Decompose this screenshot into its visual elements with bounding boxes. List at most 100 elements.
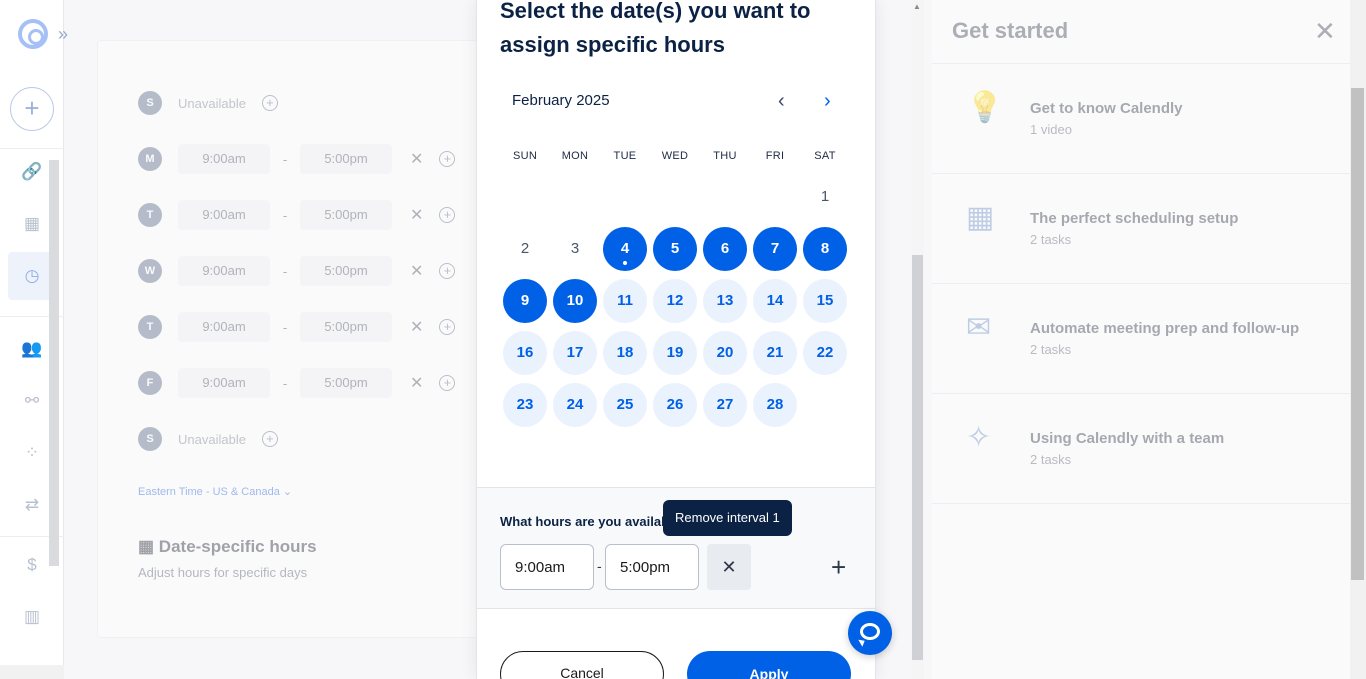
scrollbar-thumb[interactable] xyxy=(1351,88,1364,580)
timezone-selector[interactable]: Eastern Time - US & Canada ⌄ xyxy=(138,485,292,498)
weekday-row: S Unavailable + xyxy=(138,425,278,453)
get-started-item-title: Get to know Calendly xyxy=(1030,100,1183,117)
calendar-day[interactable]: 14 xyxy=(753,279,797,323)
start-time-field[interactable]: 9:00am xyxy=(178,312,270,342)
routing-icon[interactable]: ⇄ xyxy=(20,493,44,517)
calendar-day[interactable]: 12 xyxy=(653,279,697,323)
calendar-day[interactable]: 20 xyxy=(703,331,747,375)
remove-interval-icon[interactable]: ✕ xyxy=(410,149,423,169)
chat-bubble-icon[interactable] xyxy=(848,611,892,655)
remove-interval-button[interactable]: ✕ xyxy=(707,544,751,590)
day-number: 22 xyxy=(816,344,834,361)
next-month-icon[interactable]: › xyxy=(824,90,831,113)
month-navigation: February 2025 ‹ › xyxy=(512,90,852,116)
day-number: 20 xyxy=(716,344,734,361)
calendar-day[interactable]: 22 xyxy=(803,331,847,375)
calendar-day[interactable]: 25 xyxy=(603,383,647,427)
end-time-input[interactable] xyxy=(605,544,699,590)
calendar-day[interactable]: 9 xyxy=(503,279,547,323)
scheduling-link-icon[interactable]: 🔗 xyxy=(20,160,44,184)
calendar-day[interactable]: 18 xyxy=(603,331,647,375)
add-interval-icon[interactable]: + xyxy=(261,431,278,447)
calendar-day[interactable]: 24 xyxy=(553,383,597,427)
meetings-calendar-icon[interactable]: ▦ xyxy=(20,212,44,236)
page-scrollbar[interactable] xyxy=(1350,0,1366,679)
cancel-button[interactable]: Cancel xyxy=(500,651,664,679)
add-interval-icon[interactable]: + xyxy=(439,263,456,279)
calendar-grid-icon: ▦ xyxy=(966,201,995,234)
calendar-day[interactable]: 10 xyxy=(553,279,597,323)
remove-interval-icon[interactable]: ✕ xyxy=(410,317,423,337)
end-time-field[interactable]: 5:00pm xyxy=(300,312,392,342)
add-interval-icon[interactable]: + xyxy=(439,375,456,391)
end-time-field[interactable]: 5:00pm xyxy=(300,368,392,398)
get-started-item[interactable]: 💡 Get to know Calendly 1 video xyxy=(932,63,1350,173)
add-interval-icon[interactable]: + xyxy=(261,95,278,111)
calendar-day[interactable]: 16 xyxy=(503,331,547,375)
remove-interval-icon[interactable]: ✕ xyxy=(410,373,423,393)
day-number: 4 xyxy=(620,240,630,257)
end-time-field[interactable]: 5:00pm xyxy=(300,256,392,286)
calendar-day[interactable]: 11 xyxy=(603,279,647,323)
previous-month-icon[interactable]: ‹ xyxy=(778,90,785,113)
end-time-field[interactable]: 5:00pm xyxy=(300,144,392,174)
lightbulb-icon: 💡 xyxy=(966,91,1004,124)
calendar-day[interactable]: 27 xyxy=(703,383,747,427)
get-started-item[interactable]: ✧ Using Calendly with a team 2 tasks xyxy=(932,393,1350,503)
calendar-day[interactable]: 5 xyxy=(653,227,697,271)
calendar-day[interactable]: 8 xyxy=(803,227,847,271)
contacts-icon[interactable]: 👥 xyxy=(20,337,44,361)
get-started-item[interactable]: ▦ The perfect scheduling setup 2 tasks xyxy=(932,173,1350,283)
add-interval-icon[interactable]: + xyxy=(439,207,456,223)
day-number: 23 xyxy=(516,396,534,413)
nav-scrollbar[interactable] xyxy=(49,160,59,566)
apply-button[interactable]: Apply xyxy=(687,651,851,679)
calendly-logo[interactable] xyxy=(18,19,48,49)
time-separator: - xyxy=(282,263,288,279)
start-time-field[interactable]: 9:00am xyxy=(178,256,270,286)
day-number: 10 xyxy=(566,292,584,309)
day-number: 1 xyxy=(820,188,830,205)
calendar-day[interactable]: 21 xyxy=(753,331,797,375)
calendar-day[interactable]: 6 xyxy=(703,227,747,271)
calendar-day[interactable]: 17 xyxy=(553,331,597,375)
add-interval-icon[interactable]: + xyxy=(439,319,456,335)
create-button[interactable]: + xyxy=(10,87,54,131)
unavailable-label: Unavailable xyxy=(178,431,246,447)
scroll-up-icon[interactable]: ▲ xyxy=(913,2,921,11)
calendar-day[interactable]: 4 xyxy=(603,227,647,271)
get-started-item-subtitle: 2 tasks xyxy=(1030,452,1072,467)
calendar-day[interactable]: 7 xyxy=(753,227,797,271)
remove-interval-icon[interactable]: ✕ xyxy=(410,261,423,281)
calendar-day[interactable]: 13 xyxy=(703,279,747,323)
calendar-day[interactable]: 15 xyxy=(803,279,847,323)
remove-interval-icon[interactable]: ✕ xyxy=(410,205,423,225)
calendar-day[interactable]: 19 xyxy=(653,331,697,375)
day-number: 17 xyxy=(566,344,584,361)
start-time-input[interactable] xyxy=(500,544,594,590)
add-interval-icon[interactable]: + xyxy=(439,151,456,167)
add-interval-button[interactable]: + xyxy=(831,552,846,583)
day-number: 16 xyxy=(516,344,534,361)
billing-icon[interactable]: $ xyxy=(20,553,44,577)
day-number: 28 xyxy=(766,396,784,413)
start-time-field[interactable]: 9:00am xyxy=(178,368,270,398)
calendar-day[interactable]: 28 xyxy=(753,383,797,427)
expand-nav-icon[interactable]: » xyxy=(58,24,68,45)
nav-horizontal-scrollbar[interactable] xyxy=(0,665,64,679)
integrations-icon[interactable]: ⁘ xyxy=(20,441,44,465)
weekday-label: WED xyxy=(661,150,689,162)
time-separator: - xyxy=(282,151,288,167)
get-started-item[interactable]: ✉ Automate meeting prep and follow-up 2 ta… xyxy=(932,283,1350,393)
workflows-icon[interactable]: ⚯ xyxy=(20,389,44,413)
modal-scrollbar[interactable]: ▲ xyxy=(911,0,924,679)
close-icon[interactable]: ✕ xyxy=(1314,16,1336,47)
calendar-day[interactable]: 23 xyxy=(503,383,547,427)
analytics-icon[interactable]: ▥ xyxy=(20,605,44,629)
scrollbar-thumb[interactable] xyxy=(912,255,923,660)
calendar-day[interactable]: 26 xyxy=(653,383,697,427)
start-time-field[interactable]: 9:00am xyxy=(178,200,270,230)
start-time-field[interactable]: 9:00am xyxy=(178,144,270,174)
date-specific-subtitle: Adjust hours for specific days xyxy=(138,565,308,580)
end-time-field[interactable]: 5:00pm xyxy=(300,200,392,230)
